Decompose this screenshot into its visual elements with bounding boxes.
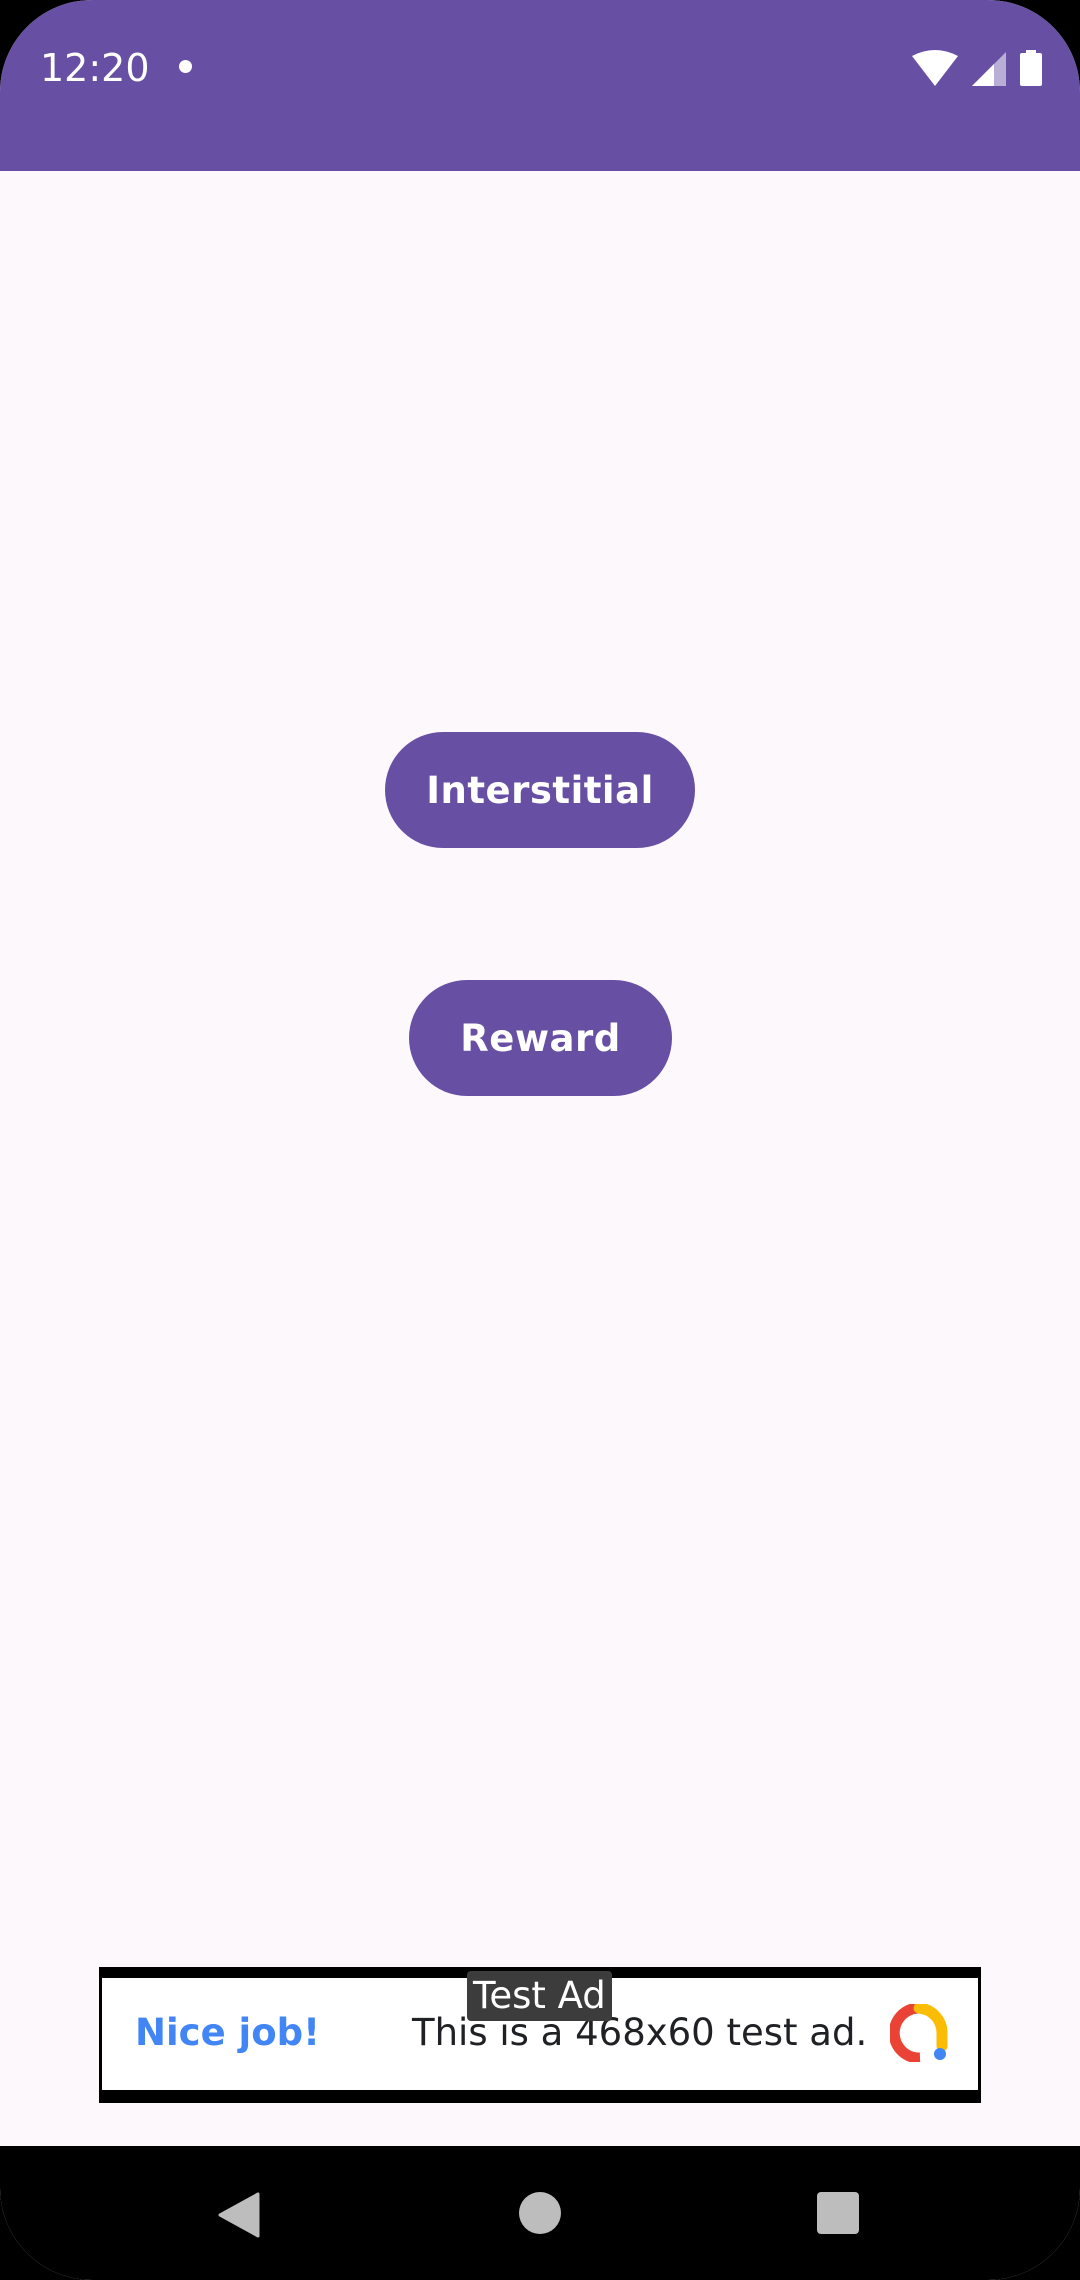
home-icon[interactable] xyxy=(519,2192,561,2234)
status-bar: 12:20 xyxy=(0,0,1080,171)
status-time: 12:20 xyxy=(40,46,150,90)
phone-screen: 12:20 Interstitial Reward Nice job! This… xyxy=(0,0,1080,2280)
ad-headline[interactable]: Nice job! xyxy=(135,2008,320,2058)
cell-signal-icon xyxy=(972,52,1006,86)
wifi-icon xyxy=(912,50,958,86)
reward-button[interactable]: Reward xyxy=(409,980,672,1096)
interstitial-button[interactable]: Interstitial xyxy=(385,732,695,848)
status-icons xyxy=(912,48,1042,86)
back-icon[interactable] xyxy=(218,2192,260,2243)
recents-icon[interactable] xyxy=(817,2192,859,2234)
notification-dot-icon xyxy=(179,60,192,73)
test-ad-label: Test Ad xyxy=(467,1971,612,2021)
navigation-bar xyxy=(0,2146,1080,2280)
main-content: Interstitial Reward xyxy=(0,171,1080,2146)
battery-icon xyxy=(1020,50,1042,86)
ad-manager-logo-icon[interactable] xyxy=(888,2002,948,2064)
